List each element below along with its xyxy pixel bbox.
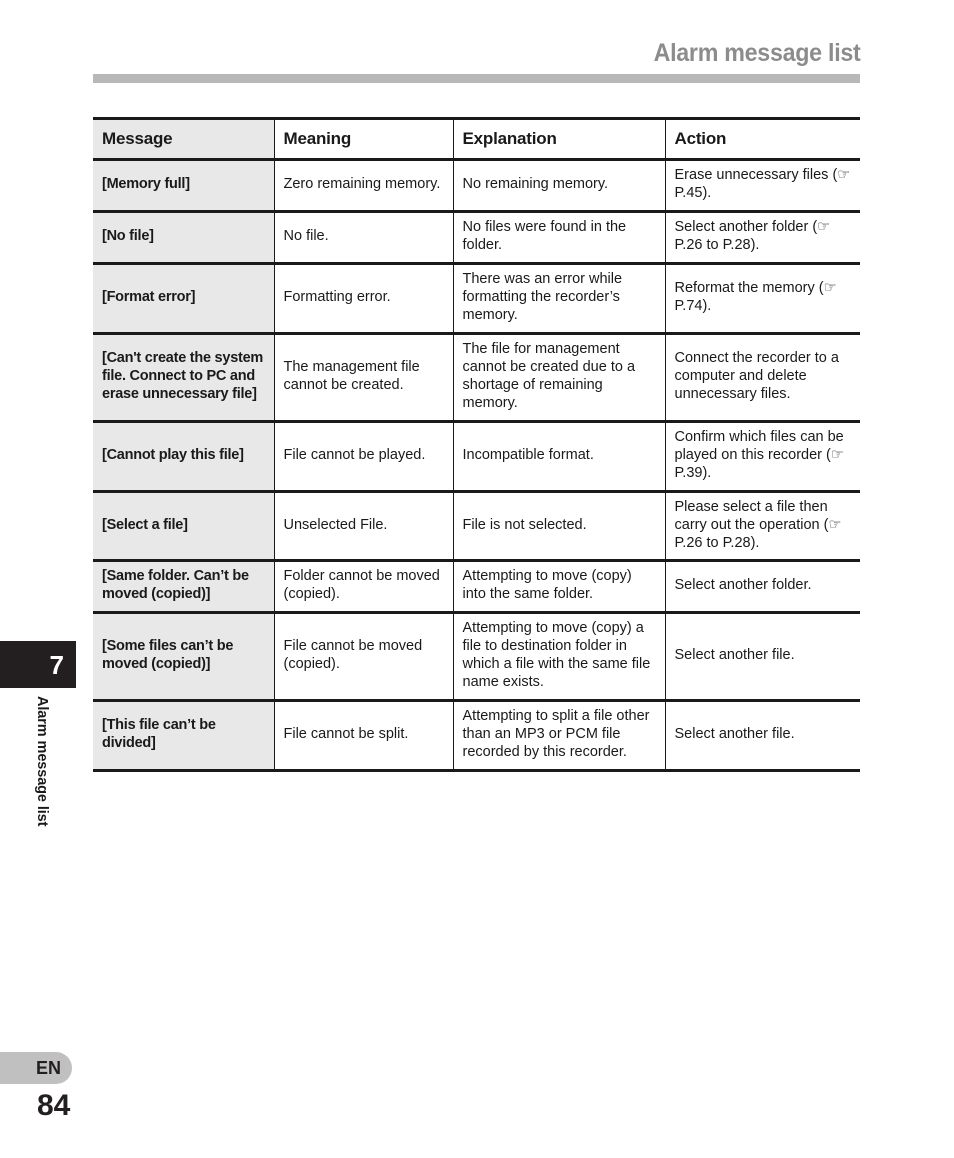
cell-explanation: The file for management cannot be create…	[452, 333, 665, 423]
cell-explanation: Attempting to move (copy) into the same …	[452, 560, 665, 615]
cell-explanation: There was an error while formatting the …	[452, 263, 665, 335]
chapter-number: 7	[49, 649, 64, 680]
header-rule	[93, 74, 860, 83]
cell-meaning: Formatting error.	[273, 263, 453, 335]
table-row: [No file] No file. No files were found i…	[93, 211, 860, 265]
cell-meaning: Zero remaining memory.	[273, 159, 453, 213]
language-badge-text: EN	[35, 1058, 61, 1078]
cell-meaning: Unselected File.	[273, 491, 453, 563]
cell-message: [Select a file]	[93, 491, 274, 563]
table-row: [Select a file] Unselected File. File is…	[93, 491, 860, 563]
cell-meaning: File cannot be moved (copied).	[273, 612, 453, 703]
cell-message: [This file can’t be divided]	[93, 700, 274, 773]
column-header-action: Action	[664, 117, 860, 161]
column-header-message: Message	[93, 117, 274, 161]
cell-message: [No file]	[93, 211, 274, 265]
table-row: [Format error] Formatting error. There w…	[93, 263, 860, 335]
chapter-side-label: Alarm message list	[0, 696, 76, 896]
cell-action: Select another folder (☞ P.26 to P.28).	[664, 211, 860, 265]
cell-action: Select another file.	[664, 700, 860, 773]
cell-meaning: Folder cannot be moved (copied).	[273, 560, 453, 615]
cell-meaning: File cannot be played.	[273, 421, 453, 493]
cell-message: [Same folder. Can’t be moved (copied)]	[93, 560, 274, 615]
cell-explanation: Attempting to split a file other than an…	[452, 700, 665, 773]
cell-meaning: The management file cannot be created.	[273, 333, 453, 423]
cell-message: [Cannot play this file]	[93, 421, 274, 493]
table-row: [This file can’t be divided] File cannot…	[93, 700, 860, 773]
cell-meaning: File cannot be split.	[273, 700, 453, 773]
cell-explanation: File is not selected.	[452, 491, 665, 563]
table-row: [Cannot play this file] File cannot be p…	[93, 421, 860, 493]
cell-message: [Format error]	[93, 263, 274, 335]
cell-explanation: No remaining memory.	[452, 159, 665, 213]
alarm-message-table: Message Meaning Explanation Action [Memo…	[93, 117, 860, 773]
cell-action: Select another folder.	[664, 560, 860, 615]
cell-action: Reformat the memory (☞ P.74).	[664, 263, 860, 335]
table-row: [Memory full] Zero remaining memory. No …	[93, 159, 860, 213]
cell-explanation: Incompatible format.	[452, 421, 665, 493]
cell-action: Erase unnecessary files (☞ P.45).	[664, 159, 860, 213]
page-title: Alarm message list	[653, 39, 860, 67]
cell-action: Please select a file then carry out the …	[664, 491, 860, 563]
page-number: 84	[37, 1089, 71, 1122]
cell-action: Select another file.	[664, 612, 860, 703]
cell-message: [Can't create the system file. Connect t…	[93, 333, 274, 423]
column-header-explanation: Explanation	[452, 117, 665, 161]
table-row: [Same folder. Can’t be moved (copied)] F…	[93, 560, 860, 615]
cell-explanation: No files were found in the folder.	[452, 211, 665, 265]
table-header-row: Message Meaning Explanation Action	[93, 117, 860, 161]
table-row: [Some files can’t be moved (copied)] Fil…	[93, 612, 860, 703]
table-row: [Can't create the system file. Connect t…	[93, 333, 860, 423]
cell-meaning: No file.	[273, 211, 453, 265]
chapter-side-label-text: Alarm message list	[34, 696, 50, 827]
column-header-meaning: Meaning	[273, 117, 453, 161]
page-header: Alarm message list	[93, 38, 860, 84]
language-badge: EN	[0, 1052, 72, 1084]
cell-explanation: Attempting to move (copy) a file to dest…	[452, 612, 665, 703]
cell-message: [Memory full]	[93, 159, 274, 213]
cell-action: Confirm which files can be played on thi…	[664, 421, 860, 493]
cell-action: Connect the recorder to a computer and d…	[664, 333, 860, 423]
cell-message: [Some files can’t be moved (copied)]	[93, 612, 274, 703]
chapter-tab: 7	[0, 641, 76, 688]
